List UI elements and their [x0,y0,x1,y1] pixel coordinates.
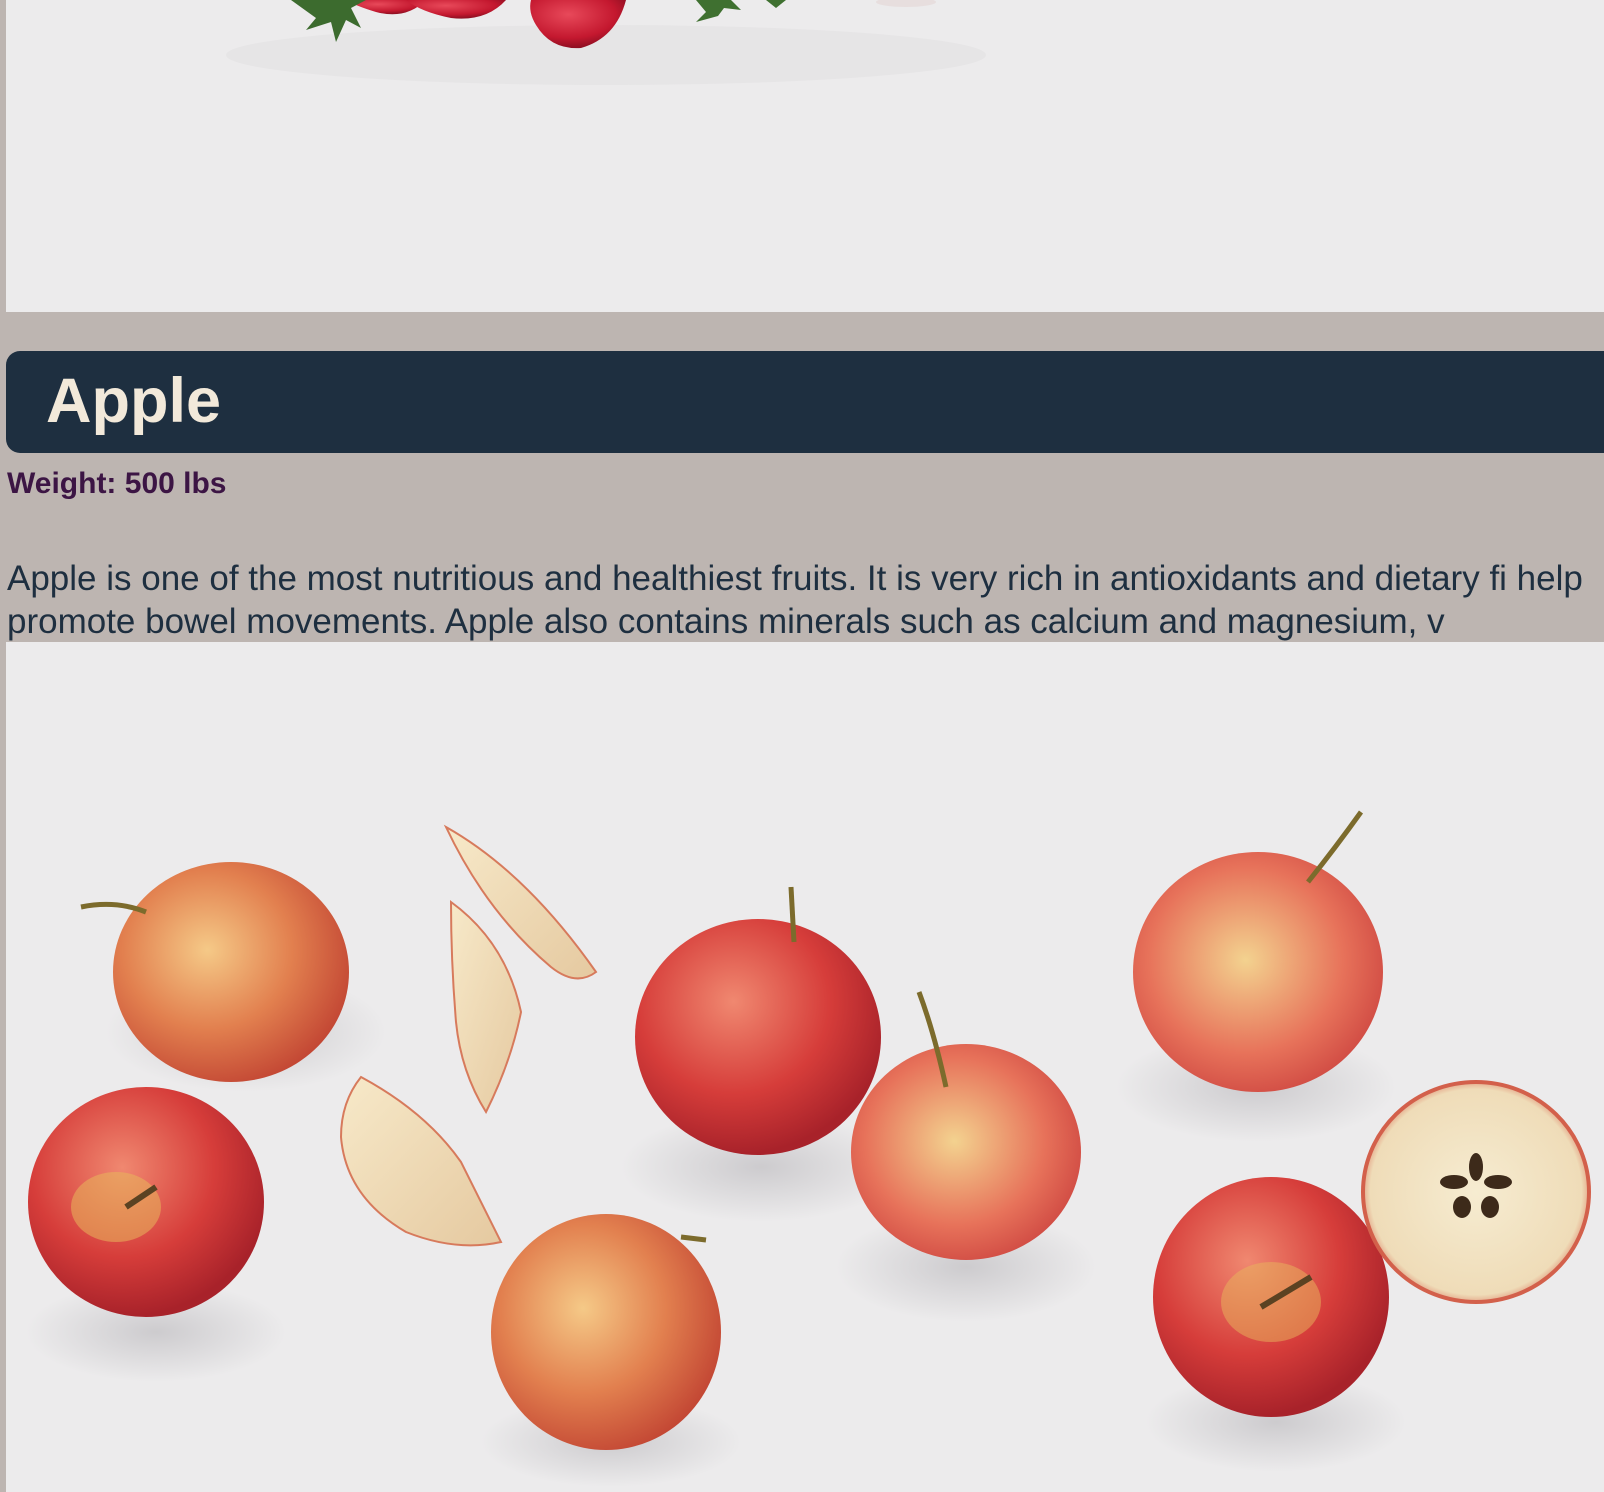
fruit-description: Apple is one of the most nutritious and … [7,559,1583,641]
apple-image [6,642,1604,1492]
apple-photo [6,642,1604,1492]
fruit-title-bar: Apple [6,351,1604,453]
description-container: Apple is one of the most nutritious and … [0,550,1604,642]
strawberry-image [6,0,1604,312]
fruit-weight: Weight: 500 lbs [7,467,227,500]
strawberry-photo [6,0,1604,312]
fruit-title: Apple [46,366,222,436]
